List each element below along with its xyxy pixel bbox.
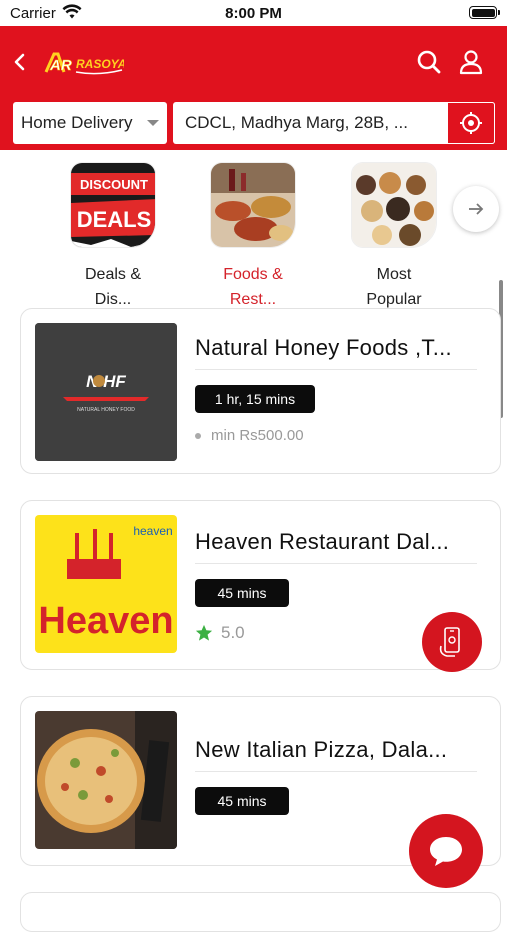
app-header: AR RASOYA Home Delivery: [0, 26, 507, 150]
battery-icon: [469, 6, 500, 19]
deals-thumb-text-top: DISCOUNT: [80, 177, 148, 192]
status-bar: Carrier 8:00 PM: [0, 0, 507, 26]
restaurant-name: Heaven Restaurant Dal...: [195, 529, 450, 554]
divider: [195, 771, 477, 772]
delivery-mode-select[interactable]: Home Delivery: [13, 102, 167, 144]
divider: [195, 563, 477, 564]
carousel-next-button[interactable]: [453, 186, 499, 232]
category-foods[interactable]: Foods & Rest...: [208, 162, 298, 312]
restaurant-logo: N HF NATURAL HONEY FOOD: [35, 323, 177, 461]
deals-thumbnail: DISCOUNT DEALS: [70, 162, 156, 248]
chat-button[interactable]: [409, 814, 483, 888]
app-logo[interactable]: AR RASOYA: [42, 48, 124, 78]
restaurant-name: New Italian Pizza, Dala...: [195, 737, 448, 762]
nhf-logo-subtext: NATURAL HONEY FOOD: [77, 407, 135, 413]
delivery-time-badge: 45 mins: [195, 579, 289, 607]
delivery-mode-value: Home Delivery: [21, 113, 133, 132]
foods-thumbnail: [210, 162, 296, 248]
rating-value: 5.0: [221, 623, 245, 642]
category-label-deals: Deals & Dis...: [84, 266, 142, 308]
heaven-logo-tag: heaven: [133, 524, 172, 538]
locate-button[interactable]: [447, 102, 495, 144]
category-label-foods: Foods & Rest...: [223, 266, 283, 308]
nhf-logo-text: N HF: [86, 372, 126, 391]
category-carousel: DISCOUNT DEALS Deals & Dis... Foods & Re…: [0, 150, 507, 418]
call-order-button[interactable]: [422, 612, 482, 672]
heaven-logo-text: Heaven: [38, 600, 173, 642]
search-icon[interactable]: [415, 48, 443, 76]
restaurant-logo: Heaven heaven: [35, 515, 177, 653]
svg-text:RASOYA: RASOYA: [76, 57, 124, 71]
divider: [195, 369, 477, 370]
restaurant-name: Natural Honey Foods ,T...: [195, 335, 452, 360]
user-profile-icon[interactable]: [457, 48, 485, 76]
restaurant-photo: [35, 711, 177, 849]
category-popular[interactable]: Most Popular: [349, 162, 439, 312]
arrow-right-icon: [469, 203, 484, 215]
crosshair-icon: [460, 112, 482, 134]
star-icon: [195, 624, 213, 641]
rating: 5.0: [195, 623, 245, 643]
popular-thumbnail: [351, 162, 437, 248]
delivery-time-badge: 45 mins: [195, 787, 289, 815]
deals-thumb-text-bottom: DEALS: [77, 207, 152, 232]
phone-order-icon: [439, 627, 460, 657]
min-order-text: min Rs500.00: [211, 427, 304, 444]
delivery-time-badge: 1 hr, 15 mins: [195, 385, 315, 413]
chevron-down-icon: [147, 120, 159, 126]
category-label-popular: Most Popular: [366, 266, 422, 308]
min-order: min Rs500.00: [195, 427, 304, 444]
svg-text:AR: AR: [49, 57, 72, 74]
restaurant-card[interactable]: [20, 892, 501, 932]
back-arrow-icon[interactable]: [8, 48, 32, 76]
clock: 8:00 PM: [225, 5, 282, 22]
bullet-icon: [195, 432, 201, 439]
chat-bubble-icon: [430, 837, 462, 866]
restaurant-card[interactable]: N HF NATURAL HONEY FOOD Natural Honey Fo…: [20, 308, 501, 474]
category-deals[interactable]: DISCOUNT DEALS Deals & Dis...: [68, 162, 158, 312]
